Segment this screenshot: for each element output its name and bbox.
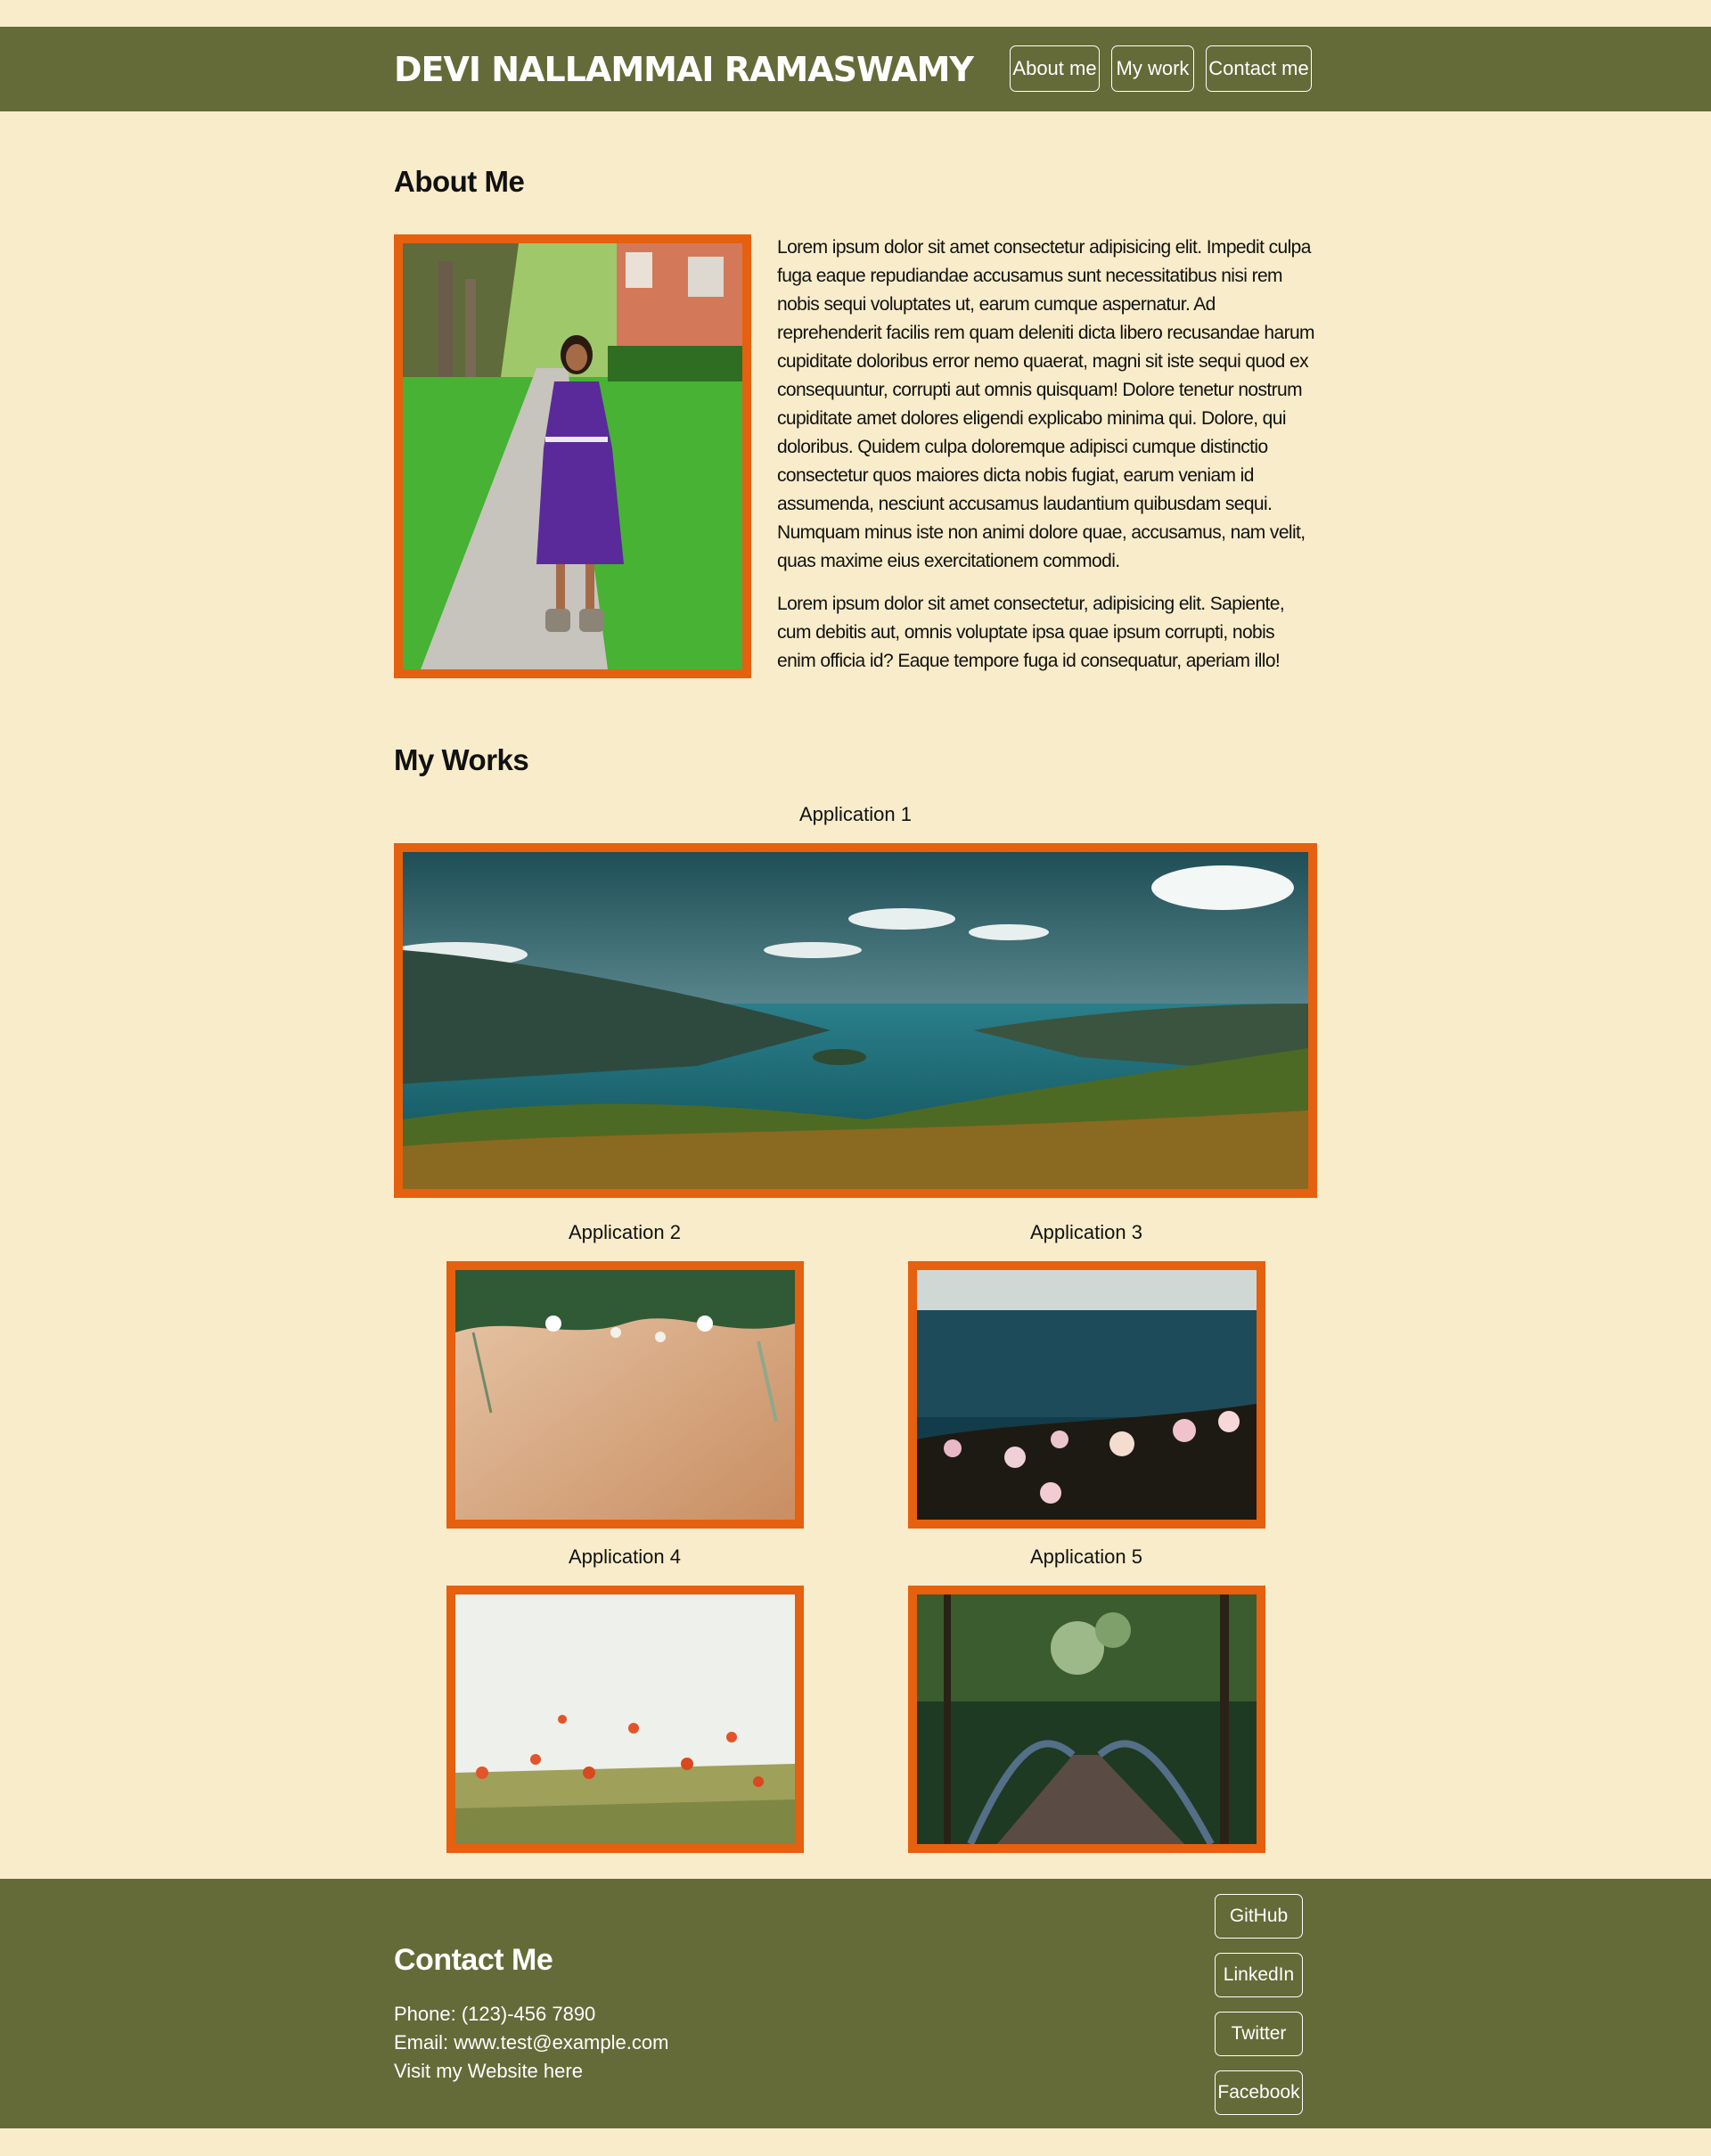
about-paragraph: Lorem ipsum dolor sit amet consectetur, … xyxy=(777,594,1285,671)
sea-flowers-photo-icon xyxy=(917,1270,1257,1520)
app-2-image[interactable] xyxy=(446,1261,804,1529)
forest-bridge-photo-icon xyxy=(917,1594,1257,1844)
app-caption: Application 2 xyxy=(569,1221,681,1243)
contact-heading: Contact Me xyxy=(394,1943,553,1977)
app-caption: Application 4 xyxy=(569,1545,681,1568)
app-3-image[interactable] xyxy=(908,1261,1265,1529)
nav-about-me-button[interactable]: About me xyxy=(1010,45,1100,92)
site-title: DEVI NALLAMMAI RAMASWAMY xyxy=(394,50,974,89)
linkedin-button[interactable]: LinkedIn xyxy=(1215,1953,1303,1997)
nav-my-work-button[interactable]: My work xyxy=(1111,45,1194,92)
nav-contact-me-button[interactable]: Contact me xyxy=(1206,45,1312,92)
site-footer: Contact Me Phone: (123)-456 7890 Email: … xyxy=(0,1879,1711,2128)
app-1-image[interactable] xyxy=(394,843,1317,1198)
contact-website-link[interactable]: Visit my Website here xyxy=(394,2057,583,2086)
app-caption: Application 1 xyxy=(799,803,912,825)
app-caption: Application 5 xyxy=(1030,1545,1142,1568)
lake-landscape-photo-icon xyxy=(403,852,1308,1189)
about-text: Lorem ipsum dolor sit amet consectetur a… xyxy=(777,234,1316,690)
contact-phone: Phone: (123)-456 7890 xyxy=(394,2003,596,2025)
facebook-button[interactable]: Facebook xyxy=(1215,2070,1303,2115)
flowers-on-wood-photo-icon xyxy=(455,1270,795,1520)
app-4-image[interactable] xyxy=(446,1586,804,1853)
github-button[interactable]: GitHub xyxy=(1215,1894,1303,1939)
profile-photo xyxy=(394,234,751,678)
about-paragraph: Lorem ipsum dolor sit amet consectetur a… xyxy=(777,237,1315,571)
app-caption: Application 3 xyxy=(1030,1221,1142,1243)
poppy-field-photo-icon xyxy=(455,1594,795,1844)
twitter-button[interactable]: Twitter xyxy=(1215,2012,1303,2056)
works-heading: My Works xyxy=(394,743,529,776)
site-header: DEVI NALLAMMAI RAMASWAMY About me My wor… xyxy=(0,27,1711,111)
portrait-photo-icon xyxy=(403,243,742,669)
about-heading: About Me xyxy=(394,165,525,198)
contact-email[interactable]: Email: www.test@example.com xyxy=(394,2029,668,2057)
app-5-image[interactable] xyxy=(908,1586,1265,1853)
